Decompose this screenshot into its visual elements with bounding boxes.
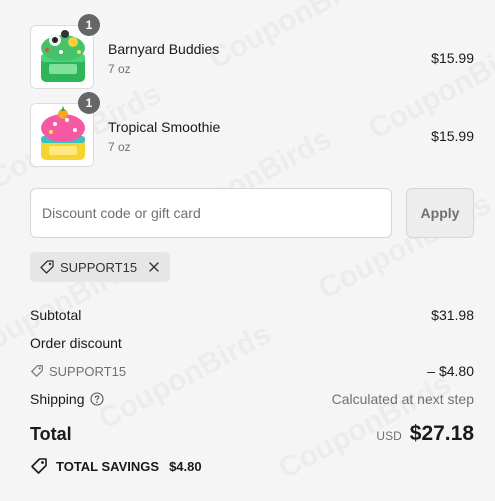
- product-variant: 7 oz: [108, 62, 131, 76]
- order-discount-label: Order discount: [30, 335, 122, 351]
- remove-discount-button[interactable]: [148, 261, 160, 273]
- discount-value: – $4.80: [427, 363, 474, 379]
- total-value: $27.18: [409, 422, 474, 445]
- savings-tag-icon: [30, 457, 48, 475]
- product-price: $15.99: [431, 50, 474, 66]
- quantity-badge: 1: [78, 92, 100, 114]
- discount-code-row: SUPPORT15 – $4.80: [30, 363, 474, 379]
- shipping-row: Shipping Calculated at next step: [30, 391, 474, 407]
- cart-line-item: 1 Barnyard Buddies 7 oz $15.99: [30, 14, 474, 89]
- discount-code-label: SUPPORT15: [49, 363, 127, 379]
- savings-label: TOTAL SAVINGS: [56, 458, 160, 474]
- total-label: Total: [30, 423, 72, 444]
- currency-code: USD: [376, 429, 402, 443]
- product-name: Tropical Smoothie: [108, 119, 221, 135]
- product-name: Barnyard Buddies: [108, 41, 220, 57]
- applied-discount-tag: SUPPORT15: [30, 252, 171, 282]
- shipping-value: Calculated at next step: [331, 391, 474, 407]
- tag-icon: [39, 259, 55, 275]
- apply-button[interactable]: Apply: [406, 188, 474, 238]
- savings-value: $4.80: [169, 458, 202, 474]
- applied-code-label: SUPPORT15: [60, 259, 138, 275]
- product-variant: 7 oz: [108, 140, 131, 154]
- subtotal-label: Subtotal: [30, 307, 82, 323]
- close-icon: [149, 262, 159, 272]
- order-discount-row: Order discount: [30, 335, 474, 351]
- subtotal-value: $31.98: [431, 307, 474, 323]
- tag-icon: [30, 364, 44, 378]
- cart-line-item: 1 Tropical Smoothie 7 oz $15.99: [30, 92, 474, 167]
- shipping-label: Shipping: [30, 391, 85, 407]
- total-savings: TOTAL SAVINGS $4.80: [30, 457, 202, 475]
- discount-code-input[interactable]: [30, 188, 392, 238]
- subtotal-row: Subtotal $31.98: [30, 307, 474, 323]
- product-price: $15.99: [431, 128, 474, 144]
- quantity-badge: 1: [78, 14, 100, 36]
- total-row: Total USD $27.18: [30, 420, 474, 448]
- help-icon[interactable]: [89, 392, 104, 406]
